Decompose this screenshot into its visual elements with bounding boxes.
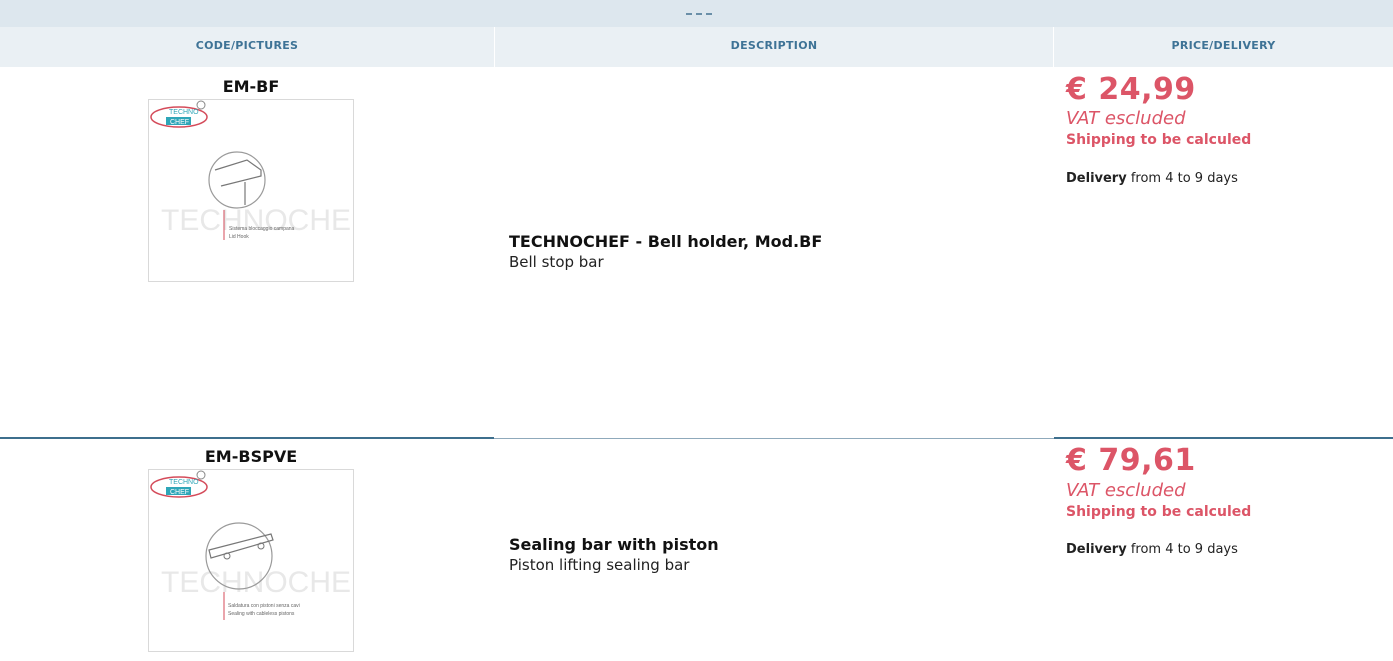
header-price: PRICE/DELIVERY [1171, 39, 1276, 52]
row-divider [0, 437, 494, 439]
product-price: € 24,99 [1066, 72, 1196, 107]
product-subtitle: Bell stop bar [509, 253, 604, 271]
delivery-text: from 4 to 9 days [1126, 542, 1238, 557]
logo-text-top: TECHNO [169, 479, 199, 486]
row-divider [1054, 437, 1393, 439]
vat-note: VAT escluded [1066, 480, 1186, 501]
product-price: € 79,61 [1066, 443, 1196, 478]
image-caption: Lid Hook [229, 234, 249, 240]
logo-text-bottom: CHEF [170, 119, 189, 126]
image-watermark: TECHNOCHEF.IT [161, 566, 353, 599]
top-bar [0, 0, 1393, 27]
delivery-label: Delivery [1066, 542, 1127, 557]
image-caption: Sistema bloccaggio campana [229, 226, 295, 232]
product-image[interactable]: TECHNO CHEF TECHNOCHEF.IT Saldatura con … [148, 469, 354, 652]
logo-text-bottom: CHEF [170, 489, 189, 496]
delivery-info: Delivery from 4 to 9 days [1066, 171, 1238, 186]
shipping-note: Shipping to be calculed [1066, 504, 1252, 520]
image-caption: Saldatura con pistoni senza cavi [228, 603, 300, 609]
logo-text-top: TECHNO [169, 109, 199, 116]
delivery-label: Delivery [1066, 171, 1127, 186]
product-title[interactable]: TECHNOCHEF - Bell holder, Mod.BF [509, 232, 822, 251]
product-code[interactable]: EM-BF [148, 77, 354, 96]
delivery-info: Delivery from 4 to 9 days [1066, 542, 1238, 557]
image-watermark: TECHNOCHEF.IT [161, 204, 353, 237]
header-description: DESCRIPTION [730, 39, 818, 52]
image-caption: Sealing with cableless pistons [228, 611, 295, 617]
top-bar-mark [686, 0, 726, 15]
vat-note: VAT escluded [1066, 108, 1186, 129]
row-divider [494, 438, 1054, 439]
product-code[interactable]: EM-BSPVE [148, 447, 354, 466]
table-header: CODE/PICTURES DESCRIPTION PRICE/DELIVERY [0, 27, 1393, 67]
product-subtitle: Piston lifting sealing bar [509, 556, 690, 574]
product-image[interactable]: TECHNO CHEF TECHNOCHEF.IT Sistema blocca… [148, 99, 354, 282]
shipping-note: Shipping to be calculed [1066, 132, 1252, 148]
header-code: CODE/PICTURES [195, 39, 299, 52]
delivery-text: from 4 to 9 days [1126, 171, 1238, 186]
product-title[interactable]: Sealing bar with piston [509, 535, 719, 554]
